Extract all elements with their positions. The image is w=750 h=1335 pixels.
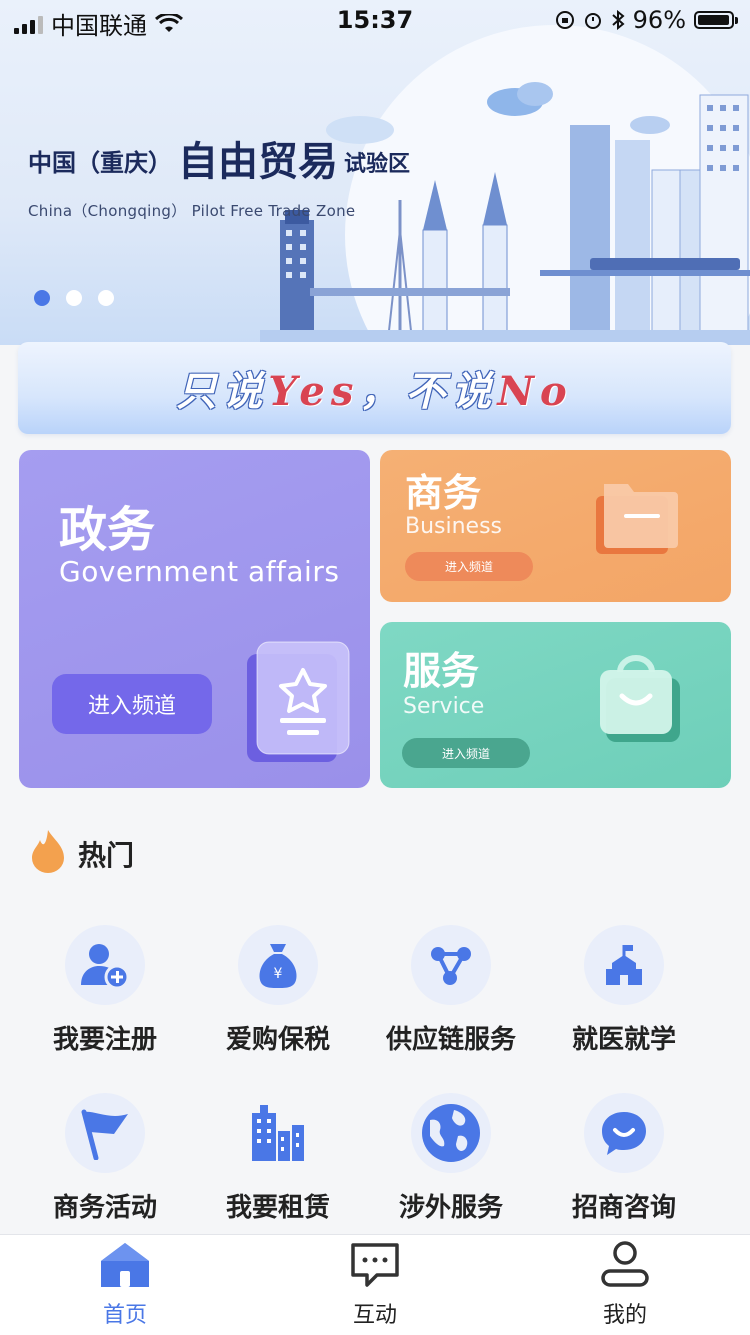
svg-text:¥: ¥ — [274, 966, 283, 982]
user-add-icon — [81, 944, 130, 990]
gov-card-title: 政务 — [59, 502, 156, 558]
business-card-title: 商务 — [405, 471, 482, 515]
grid-item-medical-education[interactable]: 就医就学 — [537, 925, 711, 1056]
grid-item-label: 涉外服务 — [398, 1193, 503, 1223]
banner-title: 中国（重庆） 自由贸易 试验区 — [28, 142, 410, 182]
buildings-icon — [252, 1105, 304, 1161]
school-icon — [606, 945, 642, 985]
hero-banner[interactable]: 中国（重庆） 自由贸易 试验区 China（Chongqing） Pilot F… — [0, 0, 750, 345]
service-card-subtitle: Service — [403, 694, 485, 719]
hot-section-header: 热门 — [28, 828, 134, 874]
folder-icon — [596, 484, 678, 554]
grid-item-label: 爱购保税 — [225, 1025, 330, 1055]
slogan-part3: 不说 — [405, 368, 498, 415]
globe-icon — [422, 1104, 480, 1162]
tab-interaction[interactable]: 互动 — [300, 1241, 450, 1329]
carousel-dot[interactable] — [98, 290, 114, 306]
banner-subtitle: China（Chongqing） Pilot Free Trade Zone — [28, 202, 356, 220]
grid-item-label: 我要租赁 — [225, 1193, 330, 1223]
grid-item-label: 商务活动 — [52, 1193, 157, 1223]
rotation-lock-icon — [555, 11, 574, 29]
service-card-title: 服务 — [403, 649, 480, 693]
flame-icon — [32, 830, 64, 873]
grid-icon-bg — [238, 1093, 318, 1173]
slogan-comma: ， — [359, 368, 406, 415]
tab-label: 我的 — [602, 1303, 647, 1328]
battery-fill — [698, 15, 729, 25]
grid-icon-bg — [411, 1093, 491, 1173]
carousel-dot[interactable] — [34, 290, 50, 306]
grid-item-foreign-services[interactable]: 涉外服务 — [364, 1093, 538, 1224]
slogan-banner[interactable]: 只说Yes，不说No — [18, 342, 731, 434]
grid-icon-bg: ¥ — [238, 925, 318, 1005]
carousel-dot[interactable] — [66, 290, 82, 306]
slogan-part2: Yes — [268, 368, 360, 415]
grid-item-label: 我要注册 — [52, 1025, 157, 1055]
tab-home[interactable]: 首页 — [50, 1241, 200, 1329]
grid-item-label: 招商咨询 — [571, 1193, 676, 1223]
shopping-bag-icon — [600, 655, 680, 742]
grid-item-label: 供应链服务 — [385, 1025, 516, 1055]
gov-card-subtitle: Government affairs — [59, 555, 340, 588]
grid-icon-bg — [411, 925, 491, 1005]
gov-enter-channel-button[interactable]: 进入频道 — [52, 674, 212, 734]
service-enter-channel-button[interactable]: 进入频道 — [402, 738, 530, 768]
grid-item-investment-consult[interactable]: 招商咨询 — [537, 1093, 711, 1224]
tab-label: 互动 — [352, 1303, 397, 1328]
bottom-tab-bar: 首页 互动 我的 — [0, 1234, 750, 1335]
battery-percent: 96% — [632, 6, 686, 34]
grid-item-register[interactable]: 我要注册 — [18, 925, 192, 1056]
service-card[interactable]: 服务 Service 进入频道 — [380, 622, 731, 788]
grid-icon-bg — [584, 925, 664, 1005]
status-right: 96% — [555, 6, 738, 34]
business-enter-channel-button[interactable]: 进入频道 — [405, 552, 533, 581]
banner-title-prefix: 中国（重庆） — [28, 149, 172, 177]
tab-mine[interactable]: 我的 — [550, 1241, 700, 1329]
network-icon — [431, 947, 471, 985]
grid-icon-bg — [584, 1093, 664, 1173]
slogan-text: 只说Yes，不说No — [176, 359, 572, 417]
slogan-part1: 只说 — [176, 368, 269, 415]
message-icon — [351, 1243, 399, 1287]
grid-item-label: 就医就学 — [571, 1025, 676, 1055]
slogan-part4: No — [497, 368, 573, 415]
banner-title-main: 自由贸易 — [178, 139, 338, 185]
status-bar: 中国联通 15:37 96% — [0, 0, 750, 40]
badge-star-icon — [247, 641, 350, 762]
profile-icon — [601, 1241, 649, 1287]
tab-label: 首页 — [102, 1303, 147, 1328]
banner-title-suffix: 试验区 — [344, 152, 411, 177]
business-card[interactable]: 商务 Business 进入频道 — [380, 450, 731, 602]
grid-item-supply-chain[interactable]: 供应链服务 — [364, 925, 538, 1056]
business-card-subtitle: Business — [405, 514, 503, 539]
chat-icon — [602, 1112, 646, 1155]
carousel-indicator[interactable] — [34, 290, 114, 306]
battery-icon — [694, 11, 738, 29]
grid-icon-bg — [65, 1093, 145, 1173]
alarm-icon — [584, 13, 601, 29]
bluetooth-icon — [611, 10, 625, 30]
hot-section-title: 热门 — [78, 839, 135, 872]
grid-item-bonded-shopping[interactable]: ¥ 爱购保税 — [191, 925, 365, 1056]
gov-affairs-card[interactable]: 政务 Government affairs 进入频道 — [19, 450, 370, 788]
grid-item-business-events[interactable]: 商务活动 — [18, 1093, 192, 1224]
grid-icon-bg — [65, 925, 145, 1005]
home-icon — [101, 1243, 149, 1287]
money-bag-icon: ¥ — [259, 944, 297, 988]
grid-item-leasing[interactable]: 我要租赁 — [191, 1093, 365, 1224]
flag-icon — [81, 1109, 128, 1160]
